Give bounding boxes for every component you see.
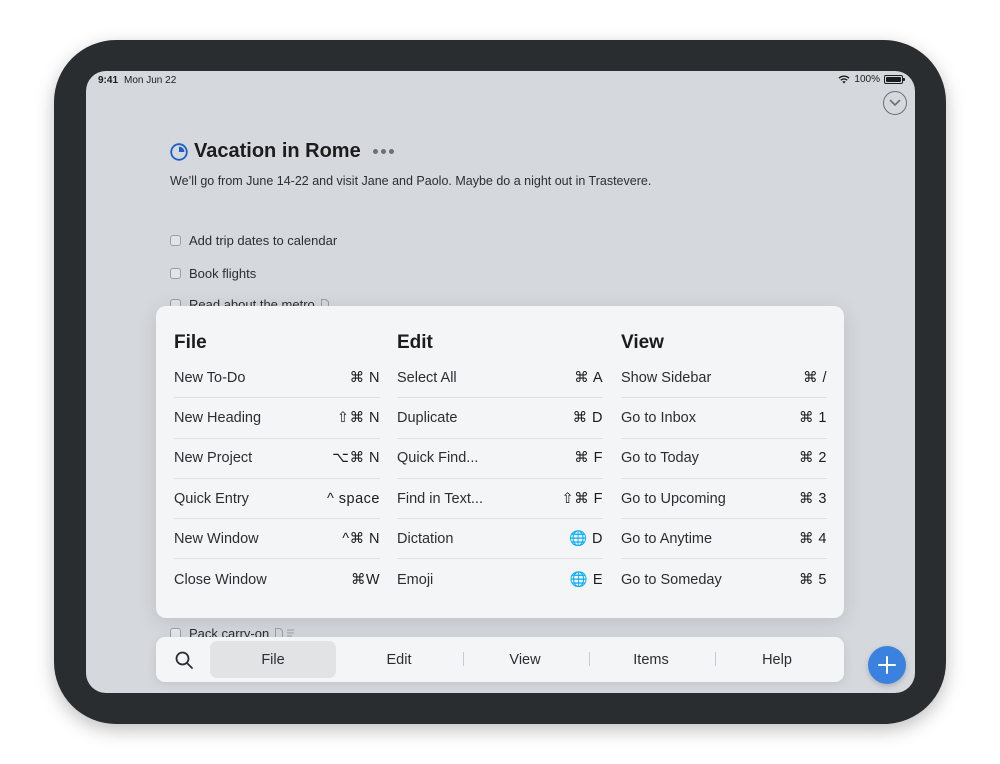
- battery-icon: [884, 75, 905, 84]
- list-item[interactable]: Add trip dates to calendar: [170, 233, 337, 248]
- project-header: Vacation in Rome: [170, 140, 394, 163]
- status-indicators: 100%: [838, 74, 905, 85]
- menu-item-quick-entry[interactable]: Quick Entry ^ space: [174, 479, 380, 520]
- menu-item-go-to-anytime[interactable]: Go to Anytime ⌘ 4: [621, 519, 827, 560]
- status-time: 9:41 Mon Jun 22: [98, 75, 177, 86]
- menu-item-duplicate[interactable]: Duplicate ⌘ D: [397, 398, 603, 439]
- menu-item-close-window[interactable]: Close Window ⌘W: [174, 559, 380, 599]
- menu-title-file: File: [174, 332, 207, 353]
- battery-percent: 100%: [854, 74, 880, 85]
- menu-column-file: File New To-Do ⌘ N New Heading ⇧⌘ N New Pr…: [174, 330, 380, 600]
- menu-item-new-heading[interactable]: New Heading ⇧⌘ N: [174, 398, 380, 439]
- project-notes[interactable]: We’ll go from June 14-22 and visit Jane …: [170, 174, 651, 188]
- project-progress-icon: [170, 142, 188, 161]
- todo-checkbox[interactable]: [170, 268, 181, 279]
- menu-item-dictation[interactable]: Dictation 🌐 D: [397, 519, 603, 560]
- menu-item-go-to-upcoming[interactable]: Go to Upcoming ⌘ 3: [621, 479, 827, 520]
- tab-help[interactable]: Help: [714, 641, 840, 678]
- menu-title-view: View: [621, 332, 664, 353]
- menu-item-select-all[interactable]: Select All ⌘ A: [397, 358, 603, 399]
- magnifier-icon[interactable]: [174, 650, 194, 670]
- menu-item-quick-find[interactable]: Quick Find... ⌘ F: [397, 439, 603, 479]
- menu-item-go-to-inbox[interactable]: Go to Inbox ⌘ 1: [621, 398, 827, 439]
- menu-column-edit: Edit Select All ⌘ A Duplicate ⌘ D Quick Fi…: [397, 330, 603, 600]
- menu-item-new-todo[interactable]: New To-Do ⌘ N: [174, 358, 380, 399]
- tab-file[interactable]: File: [210, 641, 336, 678]
- list-item[interactable]: Book flights: [170, 266, 256, 281]
- status-date: Mon Jun 22: [124, 75, 177, 86]
- todo-checkbox[interactable]: [170, 235, 181, 246]
- chevron-down-circle-icon[interactable]: [883, 91, 907, 115]
- todo-label: Read about the metro: [189, 297, 315, 306]
- more-options-icon[interactable]: [372, 149, 394, 154]
- menu-item-emoji[interactable]: Emoji 🌐 E: [397, 559, 603, 599]
- add-todo-button[interactable]: [868, 646, 906, 684]
- plus-icon: [878, 656, 896, 674]
- tab-items[interactable]: Items: [588, 641, 714, 678]
- todo-label: Book flights: [189, 266, 257, 281]
- menu-item-go-to-someday[interactable]: Go to Someday ⌘ 5: [621, 559, 827, 599]
- menu-item-new-window[interactable]: New Window ^⌘ N: [174, 519, 380, 560]
- menu-item-show-sidebar[interactable]: Show Sidebar ⌘ /: [621, 358, 827, 399]
- menu-item-find-in-text[interactable]: Find in Text... ⇧⌘ F: [397, 479, 603, 520]
- wifi-icon: [838, 75, 850, 84]
- menu-bar: File Edit View Items Help: [156, 637, 844, 682]
- menu-panel: File New To-Do ⌘ N New Heading ⇧⌘ N New Pr…: [156, 306, 844, 618]
- note-icon: [320, 299, 329, 306]
- menu-title-edit: Edit: [397, 332, 433, 353]
- menu-item-new-project[interactable]: New Project ⌥⌘ N: [174, 439, 380, 479]
- tab-view[interactable]: View: [462, 641, 588, 678]
- list-item[interactable]: Read about the metro: [170, 297, 329, 306]
- tab-edit[interactable]: Edit: [336, 641, 462, 678]
- project-title[interactable]: Vacation in Rome: [194, 140, 361, 163]
- menu-item-go-to-today[interactable]: Go to Today ⌘ 2: [621, 439, 827, 479]
- todo-checkbox[interactable]: [170, 299, 181, 306]
- todo-label: Add trip dates to calendar: [189, 233, 338, 248]
- menu-column-view: View Show Sidebar ⌘ / Go to Inbox ⌘ 1 Go t…: [621, 330, 827, 600]
